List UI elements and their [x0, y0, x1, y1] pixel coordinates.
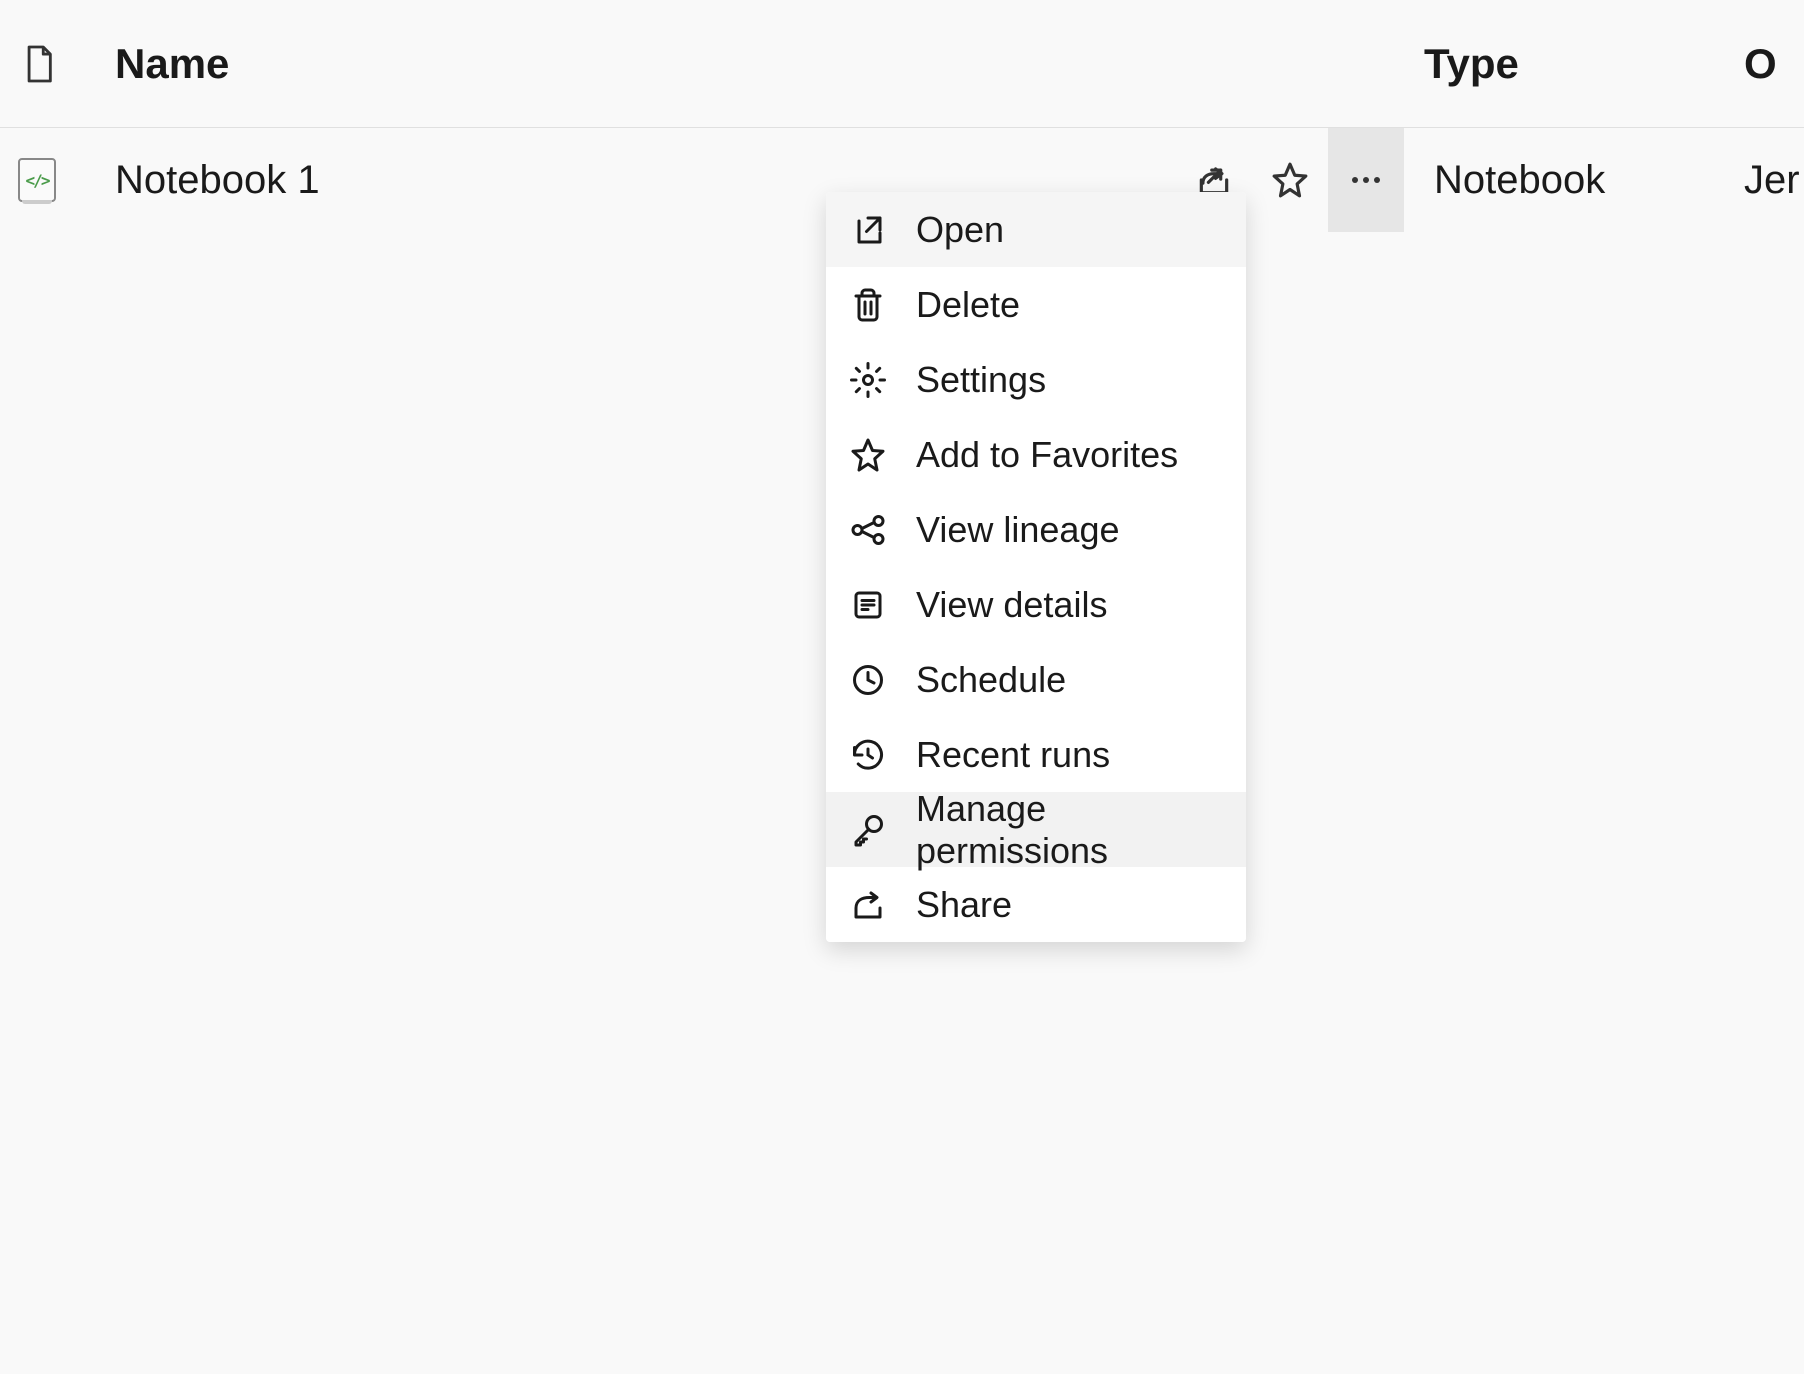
- menu-item-details[interactable]: View details: [826, 567, 1246, 642]
- clock-icon: [848, 660, 888, 700]
- history-icon: [848, 735, 888, 775]
- row-type: Notebook: [1404, 158, 1744, 203]
- lineage-icon: [848, 510, 888, 550]
- notebook-icon: [18, 158, 56, 202]
- details-icon: [848, 585, 888, 625]
- column-header-type[interactable]: Type: [1404, 40, 1744, 88]
- menu-label-schedule: Schedule: [916, 659, 1066, 701]
- menu-label-favorites: Add to Favorites: [916, 434, 1178, 476]
- key-icon: [848, 810, 888, 850]
- favorite-button[interactable]: [1252, 128, 1328, 232]
- menu-item-recent-runs[interactable]: Recent runs: [826, 717, 1246, 792]
- menu-label-open: Open: [916, 209, 1004, 251]
- menu-label-permissions: Manage permissions: [916, 788, 1224, 872]
- menu-item-share[interactable]: Share: [826, 867, 1246, 942]
- ellipsis-icon: [1351, 176, 1381, 184]
- column-header-name[interactable]: Name: [115, 40, 1404, 88]
- open-external-icon: [848, 210, 888, 250]
- menu-label-share: Share: [916, 884, 1012, 926]
- menu-label-details: View details: [916, 584, 1107, 626]
- column-header-owner[interactable]: O: [1744, 40, 1804, 88]
- more-options-button[interactable]: [1328, 128, 1404, 232]
- menu-item-schedule[interactable]: Schedule: [826, 642, 1246, 717]
- star-icon: [1271, 161, 1309, 199]
- gear-icon: [848, 360, 888, 400]
- menu-item-delete[interactable]: Delete: [826, 267, 1246, 342]
- share-icon: [848, 885, 888, 925]
- table-header: Name Type O: [0, 0, 1804, 128]
- menu-item-open[interactable]: Open: [826, 192, 1246, 267]
- trash-icon: [848, 285, 888, 325]
- menu-item-favorites[interactable]: Add to Favorites: [826, 417, 1246, 492]
- menu-label-delete: Delete: [916, 284, 1020, 326]
- menu-item-lineage[interactable]: View lineage: [826, 492, 1246, 567]
- star-icon: [848, 435, 888, 475]
- row-icon-column: [0, 158, 115, 202]
- document-icon: [22, 43, 56, 85]
- menu-label-settings: Settings: [916, 359, 1046, 401]
- header-icon-column: [0, 43, 115, 85]
- row-owner: Jer: [1744, 158, 1804, 203]
- menu-item-settings[interactable]: Settings: [826, 342, 1246, 417]
- menu-item-permissions[interactable]: Manage permissions: [826, 792, 1246, 867]
- context-menu: Open Delete Settings Add to Favorites: [826, 192, 1246, 942]
- menu-label-recent-runs: Recent runs: [916, 734, 1110, 776]
- menu-label-lineage: View lineage: [916, 509, 1119, 551]
